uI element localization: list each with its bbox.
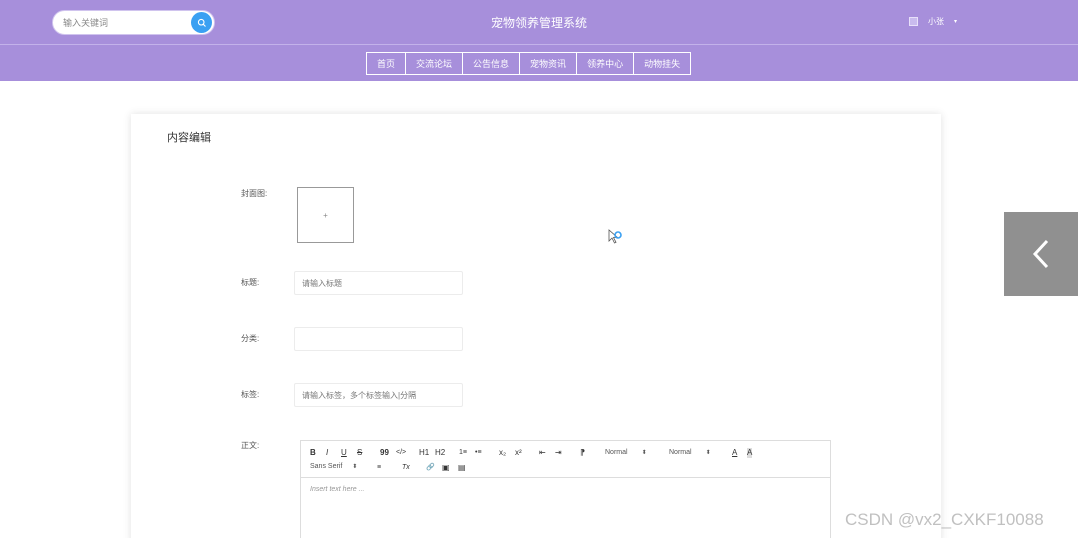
user-name[interactable]: 小张 [928,16,944,27]
header-select[interactable]: Normal ⬍ [669,449,711,456]
watermark: CSDN @vx2_CXKF10088 [845,510,1044,529]
user-menu[interactable]: 小张 ▾ [909,16,957,27]
tags-label: 标签: [241,390,260,399]
top-header: 宠物领养管理系统 小张 ▾ [0,0,1078,44]
select-arrow-icon: ⬍ [705,450,711,456]
editor-content[interactable]: Insert text here ... [310,486,364,493]
nav-item-home[interactable]: 首页 [366,52,407,75]
select-arrow-icon: ⬍ [641,450,647,456]
align-button[interactable]: ≡ [377,463,381,473]
ordered-list-button[interactable]: 1≡ [459,448,467,458]
code-block-button[interactable]: </> [396,448,406,458]
main-nav: 首页 交流论坛 公告信息 宠物资讯 领养中心 动物挂失 [366,52,692,75]
cover-upload[interactable]: + [297,187,354,243]
strike-button[interactable]: S [357,448,362,458]
editor-toolbar: B I U S 99 </> H1 H2 1≡ •≡ x₂ x² ⇤ ⇥ ⁋ N… [301,441,830,478]
content-edit-card: 内容编辑 封面图: + 标题: 分类: 标签: 正文: B I U S 99 <… [131,114,941,538]
clean-format-button[interactable]: Tx [402,463,410,473]
avatar[interactable] [909,17,918,26]
outdent-button[interactable]: ⇤ [539,448,546,458]
side-collapse-tab[interactable] [1004,212,1078,296]
background-color-button[interactable]: A [747,448,753,458]
cursor-icon [608,229,622,244]
category-label: 分类: [241,334,260,343]
h2-button[interactable]: H2 [435,448,445,458]
rich-text-editor: B I U S 99 </> H1 H2 1≡ •≡ x₂ x² ⇤ ⇥ ⁋ N… [300,440,831,538]
h1-button[interactable]: H1 [419,448,429,458]
cover-label: 封面图: [241,189,268,198]
nav-item-pet-news[interactable]: 宠物资讯 [519,52,578,75]
title-input[interactable] [294,271,463,295]
category-input[interactable] [294,327,463,351]
subscript-button[interactable]: x₂ [499,448,506,458]
underline-button[interactable]: U [341,448,347,458]
text-direction-button[interactable]: ⁋ [580,448,585,458]
tags-input[interactable] [294,383,463,407]
blockquote-button[interactable]: 99 [380,448,389,458]
nav-item-lost-pets[interactable]: 动物挂失 [633,52,692,75]
nav-bar: 首页 交流论坛 公告信息 宠物资讯 领养中心 动物挂失 [0,44,1078,81]
video-button[interactable]: ▤ [458,463,466,473]
chevron-down-icon[interactable]: ▾ [954,18,957,25]
text-color-button[interactable]: A [732,448,737,458]
plus-icon: + [323,210,328,220]
nav-item-forum[interactable]: 交流论坛 [405,52,464,75]
header-select-value: Normal [669,449,692,456]
italic-button[interactable]: I [326,448,328,458]
font-select-value: Sans Serif [310,463,343,470]
font-select[interactable]: Sans Serif ⬍ [310,463,357,470]
select-arrow-icon: ⬍ [352,464,358,470]
bullet-list-button[interactable]: •≡ [475,448,482,458]
indent-button[interactable]: ⇥ [555,448,562,458]
title-label: 标题: [241,278,260,287]
nav-item-adoption[interactable]: 领养中心 [576,52,635,75]
link-button[interactable]: 🔗 [426,463,435,473]
bold-button[interactable]: B [310,448,316,458]
card-title: 内容编辑 [167,132,211,144]
size-select[interactable]: Normal ⬍ [605,449,647,456]
nav-item-notices[interactable]: 公告信息 [462,52,521,75]
chevron-left-icon [1032,239,1049,269]
superscript-button[interactable]: x² [515,448,522,458]
image-button[interactable]: ▣ [442,463,450,473]
content-label: 正文: [241,441,260,450]
size-select-value: Normal [605,449,628,456]
